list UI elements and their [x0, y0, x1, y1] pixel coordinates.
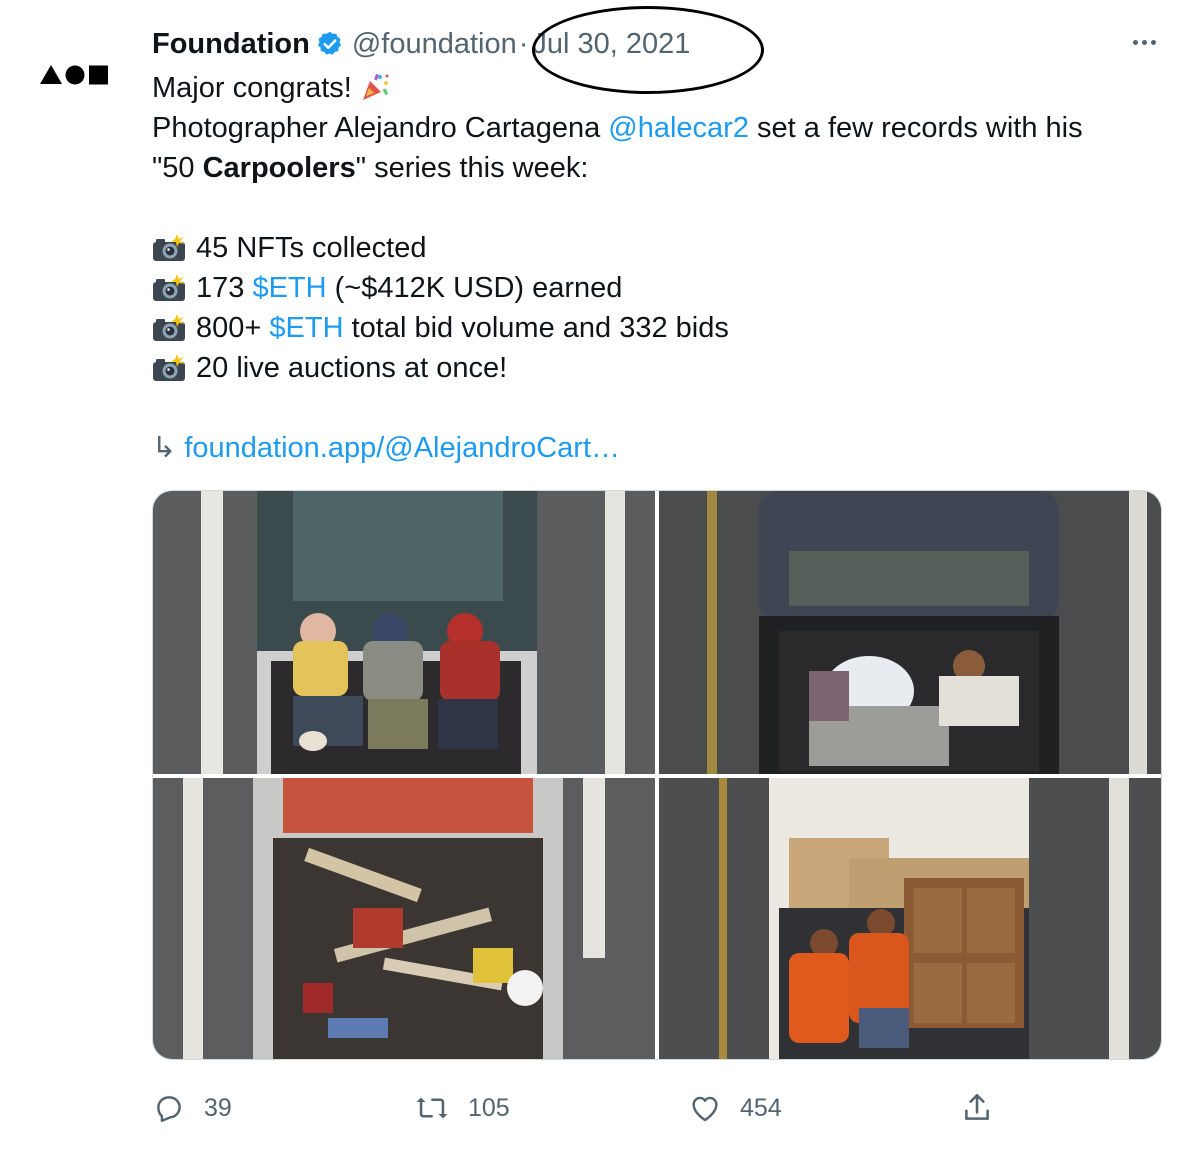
photo-gallery [152, 490, 1162, 1060]
link-line: ↳ foundation.app/@AlejandroCart… [152, 428, 1162, 468]
verified-badge-icon [316, 30, 344, 58]
action-bar: 39 105 454 [152, 1086, 1162, 1130]
series-name: Carpoolers [202, 152, 356, 184]
retweet-icon [416, 1097, 448, 1119]
camera-flash-icon [152, 233, 186, 261]
retweet-count: 105 [468, 1093, 510, 1122]
tweet-line-1: Major congrats! [152, 68, 1162, 108]
reply-icon [157, 1096, 181, 1122]
photo-1[interactable] [153, 491, 655, 774]
like-button[interactable]: 454 [688, 1086, 782, 1130]
eth-cashtag-link[interactable]: $ETH [269, 312, 343, 344]
share-button[interactable] [960, 1086, 994, 1130]
photo-2[interactable] [659, 491, 1161, 774]
tweet-header: Foundation @foundation · Jul 30, 2021 [152, 24, 690, 64]
photo-4[interactable] [659, 778, 1161, 1059]
retweet-button[interactable]: 105 [414, 1086, 510, 1130]
tweet-line-3: "50 Carpoolers" series this week: [152, 152, 589, 184]
account-name[interactable]: Foundation [152, 28, 310, 61]
link-arrow-icon: ↳ [152, 432, 177, 464]
like-count: 454 [740, 1093, 782, 1122]
account-handle[interactable]: @foundation [352, 28, 517, 61]
stat-line: 45 NFTs collected [152, 228, 1162, 268]
avatar[interactable] [20, 20, 130, 130]
foundation-link[interactable]: foundation.app/@AlejandroCart… [184, 432, 620, 464]
tweet-date[interactable]: Jul 30, 2021 [532, 28, 690, 61]
foundation-logo-icon [40, 65, 108, 85]
separator-dot: · [518, 27, 529, 60]
more-options-icon[interactable] [1126, 28, 1162, 56]
photo-3[interactable] [153, 778, 655, 1059]
heart-icon [692, 1096, 718, 1122]
mention-link[interactable]: @halecar2 [608, 112, 749, 144]
camera-flash-icon [152, 273, 186, 301]
tweet-line-2: Photographer Alejandro Cartagena @haleca… [152, 112, 1083, 144]
stat-line: 173 $ETH (~$412K USD) earned [152, 268, 1162, 308]
stat-line: 20 live auctions at once! [152, 348, 1162, 388]
reply-button[interactable]: 39 [152, 1086, 232, 1130]
stat-line: 800+ $ETH total bid volume and 332 bids [152, 308, 1162, 348]
party-popper-icon [360, 72, 390, 102]
eth-cashtag-link[interactable]: $ETH [252, 272, 326, 304]
camera-flash-icon [152, 313, 186, 341]
reply-count: 39 [204, 1093, 232, 1122]
camera-flash-icon [152, 353, 186, 381]
share-icon [965, 1093, 989, 1120]
tweet-text: Major congrats! Photographer Alejandro C… [152, 68, 1162, 468]
